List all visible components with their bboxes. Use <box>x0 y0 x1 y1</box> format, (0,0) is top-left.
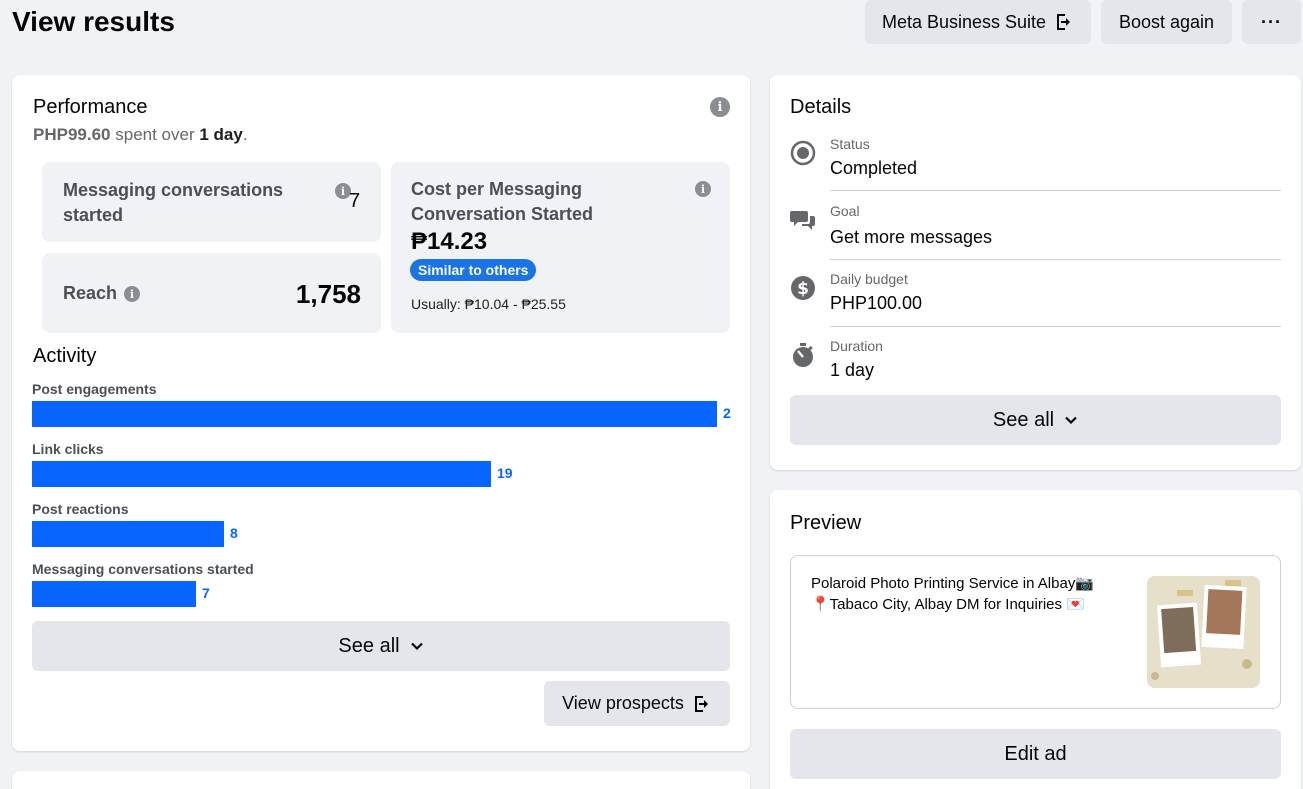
preview-card: Preview Polaroid Photo Printing Service … <box>770 490 1301 789</box>
svg-text:$: $ <box>797 279 809 299</box>
activity-bar <box>32 581 196 607</box>
spent-duration: 1 day <box>199 125 243 144</box>
reach-stat-value: 1,758 <box>295 279 361 309</box>
activity-bar <box>32 521 224 547</box>
detail-row-status: Status Completed <box>790 136 1281 196</box>
chat-bubbles-icon <box>790 211 815 230</box>
ad-preview-line-1: Polaroid Photo Printing Service in Albay… <box>811 575 1094 592</box>
duration-label: Duration <box>830 338 883 354</box>
view-prospects-label: View prospects <box>562 693 684 713</box>
similar-to-others-badge: Similar to others <box>410 259 537 281</box>
spent-end: . <box>242 125 248 144</box>
ad-thumbnail-image <box>1147 576 1260 688</box>
spent-mid: spent over <box>115 125 195 144</box>
cost-stat-value: ₱14.23 <box>411 228 488 255</box>
activity-label: Post engagements <box>32 381 157 397</box>
goal-label: Goal <box>830 203 860 219</box>
activity-value: 19 <box>497 465 513 481</box>
polaroid-photos-image <box>1147 576 1260 688</box>
duration-value: 1 day <box>830 360 875 380</box>
cost-usual-range: Usually: ₱10.04 - ₱25.55 <box>411 296 566 312</box>
reach-stat-box: Reach i 1,758 <box>42 253 381 333</box>
activity-label: Post reactions <box>32 501 129 517</box>
performance-info-icon[interactable]: i <box>710 97 730 117</box>
status-value: Completed <box>830 158 918 178</box>
details-title: Details <box>790 96 852 118</box>
divider <box>830 259 1281 260</box>
chevron-down-icon <box>1065 416 1077 425</box>
messaging-stat-box: Messaging conversations started i 7 <box>42 162 381 242</box>
preview-title: Preview <box>790 512 862 534</box>
header-actions: Meta Business Suite Boost again ··· <box>865 0 1301 44</box>
status-icon <box>790 140 816 166</box>
detail-row-duration: Duration 1 day <box>790 338 1281 398</box>
meta-business-suite-button[interactable]: Meta Business Suite <box>865 0 1091 44</box>
external-link-icon <box>1057 14 1071 30</box>
view-prospects-button[interactable]: View prospects <box>544 681 730 726</box>
ad-preview-text: Polaroid Photo Printing Service in Albay… <box>811 573 1094 615</box>
activity-label: Link clicks <box>32 441 104 457</box>
ad-preview-box[interactable]: Polaroid Photo Printing Service in Albay… <box>790 555 1281 709</box>
details-card: Details Status Completed Goal Get more m… <box>770 75 1301 470</box>
activity-bar <box>32 461 491 487</box>
divider <box>830 190 1281 191</box>
spent-amount: PHP99.60 <box>33 125 111 144</box>
secondary-card <box>12 771 750 789</box>
details-see-all-label: See all <box>992 408 1055 431</box>
goal-value: Get more messages <box>830 227 993 247</box>
activity-label: Messaging conversations started <box>32 561 254 577</box>
ad-preview-line-2: 📍Tabaco City, Albay DM for Inquiries 💌 <box>811 596 1085 613</box>
chevron-down-icon <box>410 642 423 651</box>
edit-ad-button[interactable]: Edit ad <box>790 729 1281 779</box>
performance-title: Performance <box>33 96 148 118</box>
cost-info-icon[interactable]: i <box>695 181 711 197</box>
reach-info-icon[interactable]: i <box>124 286 140 302</box>
page-title: View results <box>12 6 175 37</box>
cost-stat-box: Cost per Messaging Conversation Started … <box>391 162 730 333</box>
more-options-button[interactable]: ··· <box>1242 0 1301 44</box>
daily-budget-value: PHP100.00 <box>830 293 923 313</box>
stopwatch-icon <box>793 343 813 367</box>
external-link-icon <box>694 695 708 712</box>
cost-stat-label: Cost per Messaging Conversation Started <box>411 179 594 224</box>
activity-value: 7 <box>202 585 210 601</box>
meta-business-suite-label: Meta Business Suite <box>881 11 1047 32</box>
messaging-stat-label: Messaging conversations started <box>63 180 284 225</box>
performance-spend-summary: PHP99.60 spent over 1 day. <box>33 125 248 145</box>
dollar-icon: $ <box>791 276 815 300</box>
details-see-all-button[interactable]: See all <box>790 395 1281 445</box>
boost-again-button[interactable]: Boost again <box>1101 0 1232 44</box>
status-label: Status <box>830 136 870 152</box>
messaging-stat-value: 7 <box>349 190 361 212</box>
reach-stat-label: Reach <box>63 283 118 303</box>
daily-budget-label: Daily budget <box>830 271 908 287</box>
performance-card: Performance PHP99.60 spent over 1 day. i… <box>12 75 750 751</box>
activity-see-all-button[interactable]: See all <box>32 621 730 671</box>
divider <box>830 326 1281 327</box>
activity-title: Activity <box>33 345 97 367</box>
detail-row-goal: Goal Get more messages <box>790 203 1281 263</box>
activity-bar <box>32 401 717 427</box>
activity-value: 2 <box>723 405 731 421</box>
detail-row-daily-budget: $ Daily budget PHP100.00 <box>790 271 1281 331</box>
activity-value: 8 <box>230 525 238 541</box>
activity-see-all-label: See all <box>338 634 400 657</box>
